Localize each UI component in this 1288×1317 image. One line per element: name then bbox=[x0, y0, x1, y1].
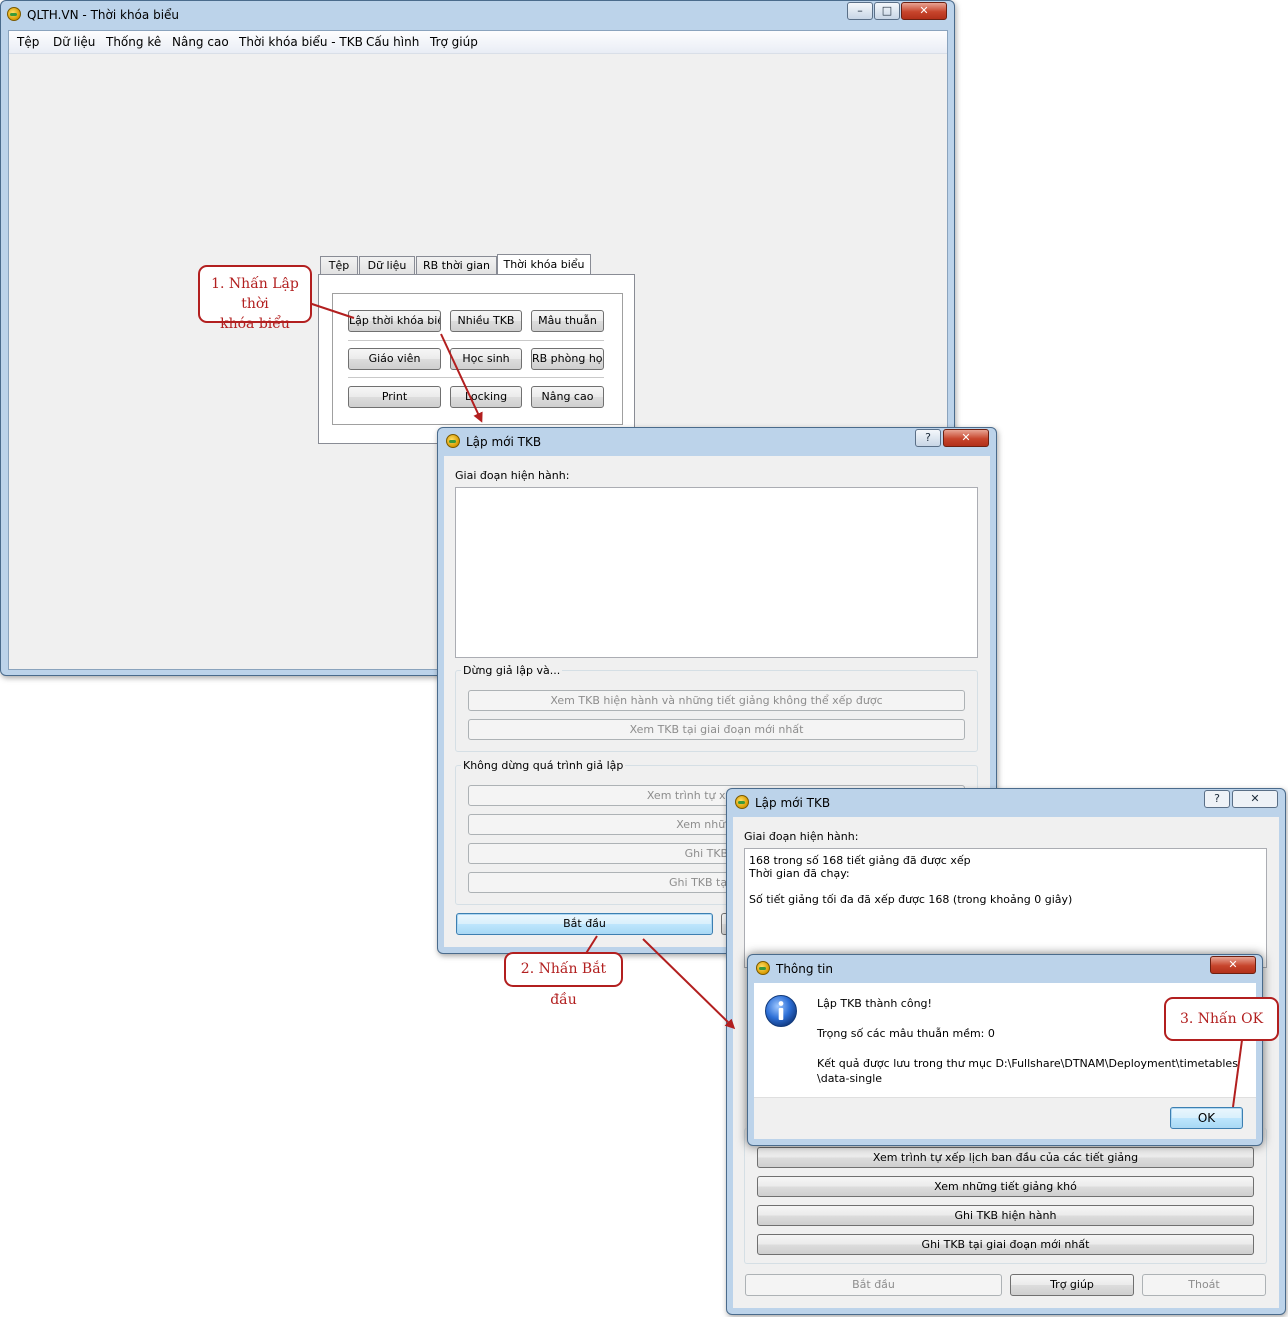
callout-step-1-line-2: khóa biểu bbox=[220, 316, 290, 332]
callout-step-3-text: 3. Nhấn OK bbox=[1179, 1011, 1264, 1027]
callout-step-2: 2. Nhấn Bắt đầu bbox=[504, 952, 623, 1008]
callout-step-1-line-1: 1. Nhấn Lập thời bbox=[211, 276, 299, 312]
arrow-1 bbox=[440, 333, 483, 423]
callout-1-pointer bbox=[305, 301, 355, 319]
arrow-2 bbox=[642, 938, 736, 1030]
callout-3-pointer bbox=[1232, 1039, 1243, 1108]
callout-step-3: 3. Nhấn OK bbox=[1164, 997, 1279, 1041]
callout-step-1: 1. Nhấn Lập thời khóa biểu bbox=[198, 265, 312, 332]
annotation-arrows bbox=[305, 301, 1243, 1108]
